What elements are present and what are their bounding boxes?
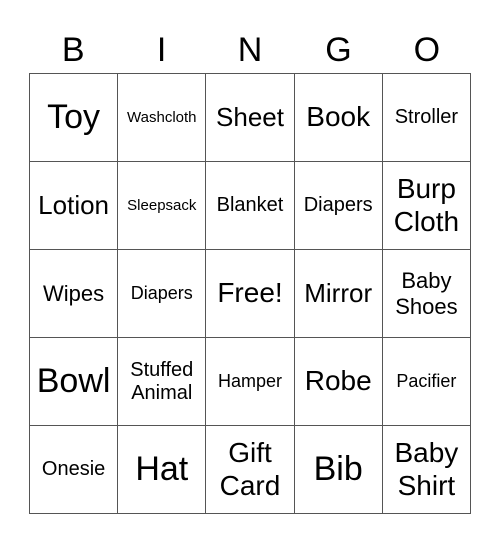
bingo-cell: Washcloth — [118, 74, 207, 162]
header-letter-i: I — [156, 31, 167, 69]
bingo-cell: Baby Shirt — [382, 426, 471, 514]
free-space-cell: Free! — [206, 250, 295, 338]
bingo-cell: Hamper — [206, 338, 295, 426]
bingo-cell: Stuffed Animal — [118, 338, 207, 426]
bingo-cell: Burp Cloth — [382, 162, 471, 250]
bingo-cell: Lotion — [30, 162, 119, 250]
bingo-cell: Sheet — [206, 74, 295, 162]
bingo-cell: Wipes — [30, 250, 119, 338]
bingo-cell: Toy — [30, 74, 119, 162]
bingo-cell: Stroller — [382, 74, 471, 162]
bingo-grid: Toy Washcloth Sheet Book Stroller Lotion… — [29, 73, 471, 514]
bingo-cell: Baby Shoes — [382, 250, 471, 338]
bingo-cell: Diapers — [118, 250, 207, 338]
bingo-cell: Gift Card — [206, 426, 295, 514]
bingo-cell: Onesie — [30, 426, 119, 514]
bingo-cell: Blanket — [206, 162, 295, 250]
bingo-cell: Robe — [294, 338, 383, 426]
header-letter-b: B — [61, 31, 85, 69]
bingo-cell: Mirror — [294, 250, 383, 338]
bingo-cell: Diapers — [294, 162, 383, 250]
header-letter-n: N — [237, 31, 263, 69]
bingo-cell: Bib — [294, 426, 383, 514]
bingo-cell: Hat — [118, 426, 207, 514]
bingo-cell: Sleepsack — [118, 162, 207, 250]
bingo-cell: Pacifier — [382, 338, 471, 426]
bingo-cell: Bowl — [30, 338, 119, 426]
header-letter-g: G — [325, 31, 352, 69]
bingo-cell: Book — [294, 74, 383, 162]
header-letter-o: O — [413, 31, 441, 69]
bingo-header: B I N G O — [29, 28, 471, 72]
